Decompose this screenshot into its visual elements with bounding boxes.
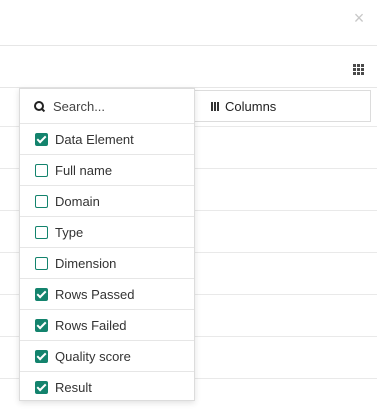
checkbox-checked-icon[interactable] — [35, 132, 48, 146]
search-input[interactable] — [53, 98, 183, 114]
checkbox-checked-icon[interactable] — [35, 381, 48, 394]
column-option-full-name[interactable]: Full name — [20, 155, 194, 186]
column-option-rows-passed[interactable]: Rows Passed — [20, 279, 194, 310]
column-option-dimension[interactable]: Dimension — [20, 248, 194, 279]
column-option-quality-score[interactable]: Quality score — [20, 341, 194, 372]
column-option-label: Data Element — [55, 131, 134, 147]
panel: × Columns Data Element Full name Domain Typ… — [0, 0, 377, 414]
checkbox-checked-icon[interactable] — [35, 349, 48, 363]
search-box — [20, 89, 194, 124]
checkbox-unchecked-icon[interactable] — [35, 256, 48, 270]
column-option-domain[interactable]: Domain — [20, 186, 194, 217]
columns-dropdown: Data Element Full name Domain Type Dimension… — [19, 88, 195, 401]
column-option-data-element[interactable]: Data Element — [20, 124, 194, 155]
column-option-label: Result — [55, 380, 92, 395]
checkbox-unchecked-icon[interactable] — [35, 225, 48, 239]
column-option-label: Quality score — [55, 348, 131, 364]
column-option-label: Rows Passed — [55, 286, 135, 302]
column-option-rows-failed[interactable]: Rows Failed — [20, 310, 194, 341]
checkbox-checked-icon[interactable] — [35, 318, 48, 332]
grid-icon[interactable] — [353, 64, 364, 75]
column-option-type[interactable]: Type — [20, 217, 194, 248]
columns-button[interactable]: Columns — [195, 90, 371, 122]
checkbox-unchecked-icon[interactable] — [35, 163, 48, 177]
column-option-result[interactable]: Result — [20, 372, 194, 403]
search-icon — [34, 101, 46, 113]
column-options-list: Data Element Full name Domain Type Dimension… — [20, 124, 194, 403]
column-option-label: Domain — [55, 193, 100, 209]
column-option-label: Type — [55, 224, 84, 240]
checkbox-checked-icon[interactable] — [35, 287, 48, 301]
divider — [0, 45, 377, 46]
close-icon[interactable]: × — [351, 9, 367, 27]
columns-label: Columns — [225, 98, 277, 114]
column-option-label: Dimension — [55, 255, 117, 271]
column-option-label: Rows Failed — [55, 317, 127, 333]
checkbox-unchecked-icon[interactable] — [35, 194, 48, 208]
column-option-label: Full name — [55, 162, 113, 178]
columns-icon — [211, 101, 219, 111]
